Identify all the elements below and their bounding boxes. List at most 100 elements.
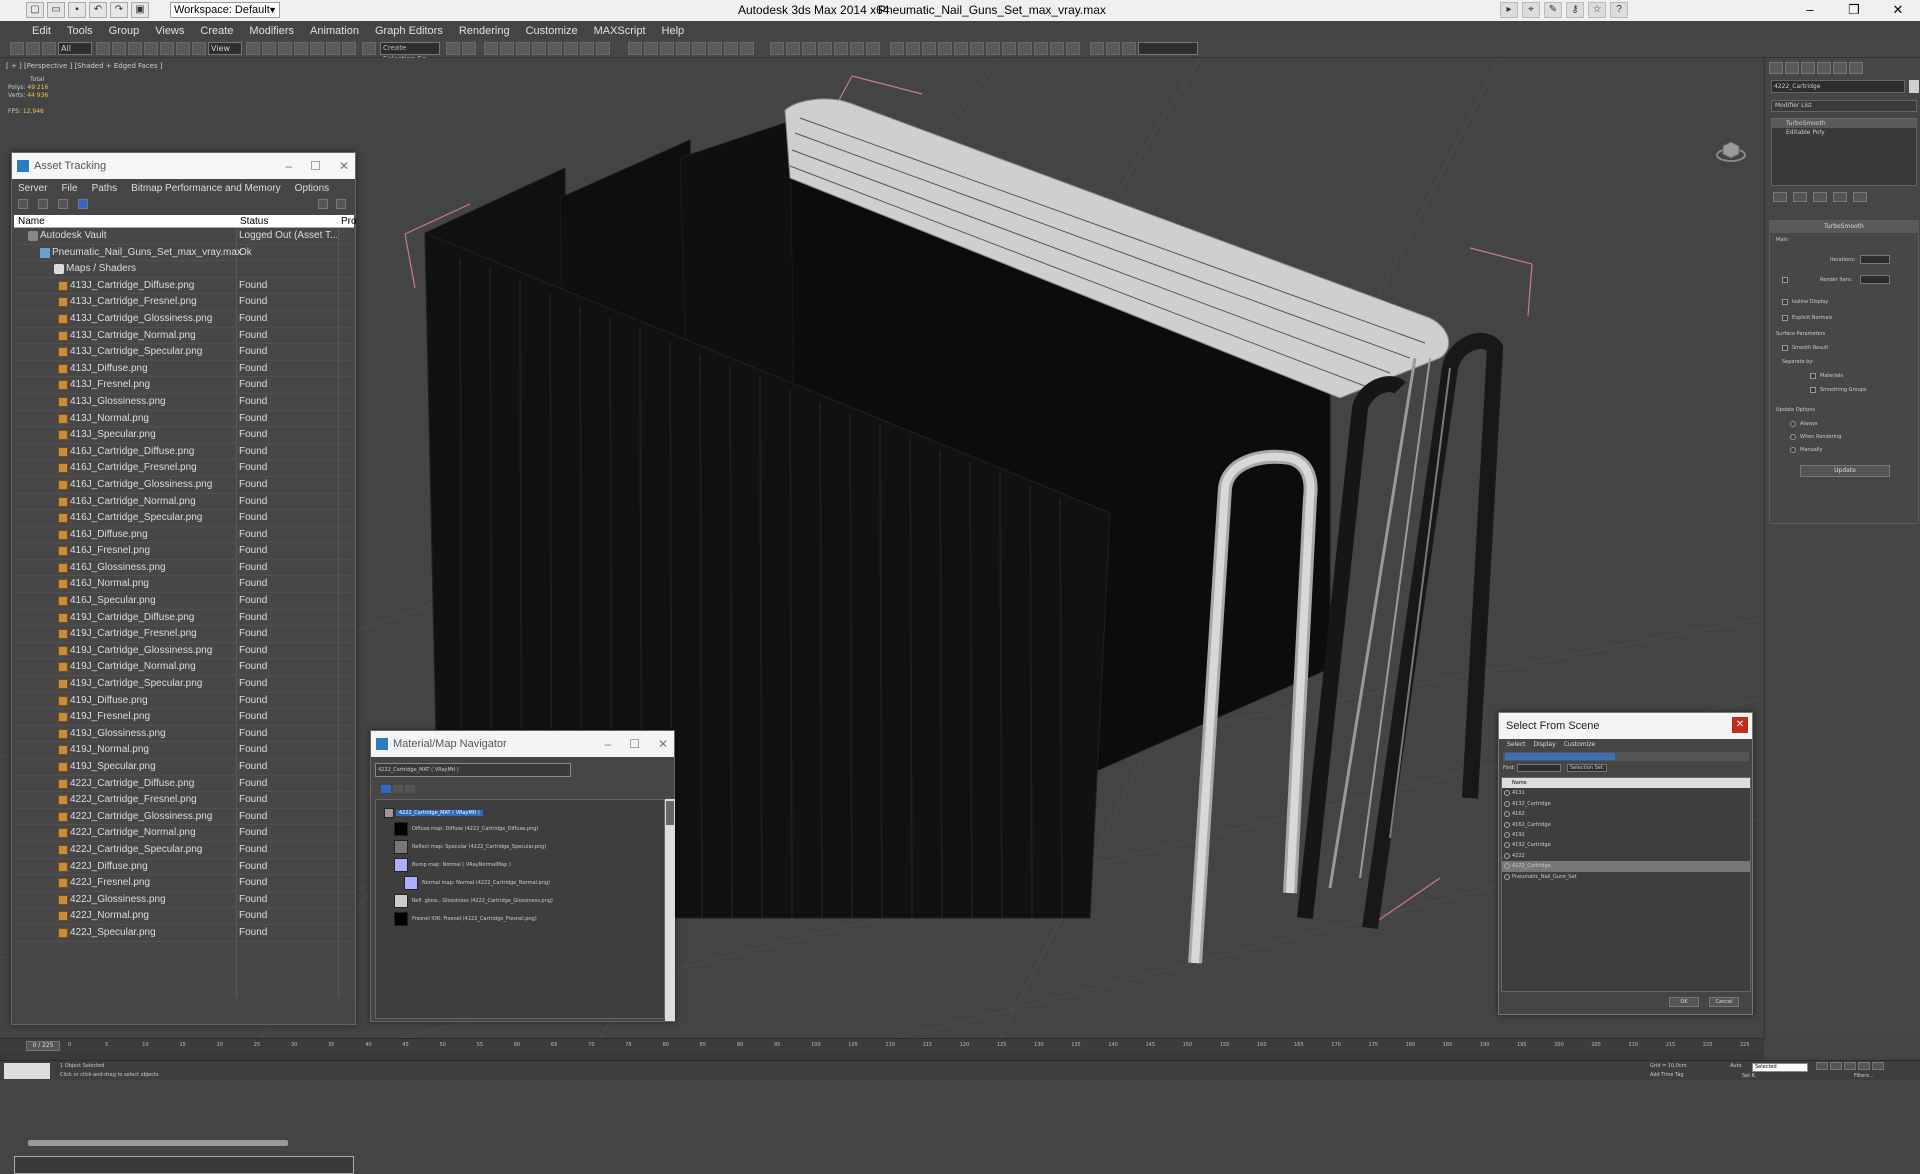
make-unique-icon[interactable] — [1813, 192, 1827, 202]
menu-views[interactable]: Views — [155, 25, 184, 37]
window-crossing-icon[interactable] — [144, 42, 158, 55]
list-item[interactable]: 422J_Cartridge_Specular.png Found — [14, 842, 354, 859]
checkout-icon[interactable] — [38, 199, 48, 209]
configure-sets-icon[interactable] — [1853, 192, 1867, 202]
minimize-icon[interactable]: – — [604, 731, 611, 757]
maximize-icon[interactable]: ☐ — [310, 153, 321, 179]
goto-start-icon[interactable] — [1816, 1062, 1828, 1070]
map-row-glossiness[interactable]: Refl. gloss.: Glossiness (4222_Cartridge… — [412, 894, 553, 908]
cameras-icon[interactable] — [1050, 42, 1064, 55]
move-icon[interactable] — [160, 42, 174, 55]
render-iters-spinner[interactable] — [1860, 275, 1890, 284]
object-name-field[interactable]: 4222_Cartridge — [1771, 80, 1905, 93]
undo-icon[interactable]: ↶ — [89, 2, 107, 18]
vray-toolbar-icon[interactable] — [628, 42, 642, 55]
named-selection-dropdown[interactable]: Create Selection Se — [380, 42, 440, 63]
menu-group[interactable]: Group — [109, 25, 140, 37]
unlink-icon[interactable] — [26, 42, 40, 55]
project-folder-icon[interactable]: ▣ — [131, 2, 149, 18]
tools-icon[interactable]: ✎ — [1544, 2, 1562, 18]
rendered-frame-icon[interactable] — [580, 42, 594, 55]
next-frame-icon[interactable] — [1858, 1062, 1870, 1070]
rotate-icon[interactable] — [176, 42, 190, 55]
map-row-fresnel[interactable]: Fresnel IOR: Fresnel (4222_Cartridge_Fre… — [412, 912, 537, 926]
list-item[interactable]: 4162_Cartridge — [1502, 820, 1750, 830]
restore-icon[interactable]: ❐ — [1832, 0, 1876, 21]
pivot-center-icon[interactable] — [246, 42, 260, 55]
material-navigator-titlebar[interactable]: Material/Map Navigator – ☐ ✕ — [371, 731, 674, 757]
selection-set-dropdown[interactable]: Selection Set: — [1567, 764, 1607, 772]
menu-animation[interactable]: Animation — [310, 25, 359, 37]
create-camera-icon[interactable] — [866, 42, 880, 55]
vray-sun-icon[interactable] — [660, 42, 674, 55]
create-cone-icon[interactable] — [834, 42, 848, 55]
menu-maxscript[interactable]: MAXScript — [594, 25, 646, 37]
menu-help[interactable]: Help — [662, 25, 685, 37]
settings-icon[interactable] — [336, 199, 346, 209]
list-item[interactable]: 413J_Specular.png Found — [14, 427, 354, 444]
list-item[interactable]: 422J_Cartridge_Fresnel.png Found — [14, 792, 354, 809]
list-item[interactable]: Pneumatic_Nail_Guns_Set_max_vray.max Ok — [14, 245, 354, 262]
bind-space-warp-icon[interactable] — [42, 42, 56, 55]
brush-icon[interactable] — [1122, 42, 1136, 55]
vray-camera-icon[interactable] — [676, 42, 690, 55]
list-item[interactable]: 4192_Cartridge — [1502, 840, 1750, 850]
viewcube-icon[interactable] — [1716, 138, 1746, 162]
motion-tab-icon[interactable] — [1817, 62, 1831, 74]
update-button[interactable]: Update — [1800, 465, 1890, 477]
list-item[interactable]: 4162 — [1502, 809, 1750, 819]
select-by-name-icon[interactable] — [112, 42, 126, 55]
minimize-icon[interactable]: – — [1788, 0, 1832, 21]
menu-tools[interactable]: Tools — [67, 25, 93, 37]
vray-light-icon[interactable] — [644, 42, 658, 55]
graphite-ribbon-icon[interactable] — [500, 42, 514, 55]
vray-plane-icon[interactable] — [724, 42, 738, 55]
align-icon[interactable] — [462, 42, 476, 55]
rollout-title[interactable]: TurboSmooth — [1770, 221, 1918, 233]
key-icon[interactable]: ⚷ — [1566, 2, 1584, 18]
help-icon[interactable]: ? — [1610, 2, 1628, 18]
list-item[interactable]: 422J_Normal.png Found — [14, 908, 354, 925]
asset-path-field[interactable] — [14, 1156, 354, 1174]
snap-toggle-icon[interactable] — [294, 42, 308, 55]
material-editor-icon[interactable] — [548, 42, 562, 55]
close-icon[interactable]: ✕ — [339, 153, 349, 179]
menu-display[interactable]: Display — [1534, 741, 1556, 748]
auto-key-label[interactable]: Auto — [1730, 1063, 1742, 1069]
when-rendering-radio[interactable] — [1790, 434, 1796, 440]
map-row-normal[interactable]: Normal map: Normal (4222_Cartridge_Norma… — [422, 876, 550, 890]
list-item[interactable]: 416J_Cartridge_Normal.png Found — [14, 494, 354, 511]
edit-named-sel-icon[interactable] — [362, 42, 376, 55]
schematic-view-icon[interactable] — [532, 42, 546, 55]
col-name[interactable]: Name — [18, 215, 45, 228]
menu-edit[interactable]: Edit — [32, 25, 51, 37]
list-item[interactable]: 419J_Normal.png Found — [14, 742, 354, 759]
workspace-dropdown[interactable]: Workspace: Default ▼ — [170, 2, 280, 18]
list-item[interactable]: 416J_Cartridge_Diffuse.png Found — [14, 444, 354, 461]
select-manipulate-icon[interactable] — [262, 42, 276, 55]
stack-item-turbosmooth[interactable]: TurboSmooth — [1772, 119, 1916, 128]
large-icons-view-icon[interactable] — [405, 785, 415, 793]
minimize-icon[interactable]: – — [285, 153, 292, 179]
scale-icon[interactable] — [192, 42, 206, 55]
menu-select[interactable]: Select — [1507, 741, 1526, 748]
close-icon[interactable]: ✕ — [1876, 0, 1920, 21]
type-filter-icons[interactable] — [1505, 753, 1615, 760]
list-item[interactable]: 419J_Fresnel.png Found — [14, 709, 354, 726]
list-item[interactable]: 422J_Glossiness.png Found — [14, 892, 354, 909]
object-color-swatch[interactable] — [1909, 80, 1919, 93]
scrollbar-thumb[interactable] — [28, 1140, 288, 1146]
list-item[interactable]: 413J_Glossiness.png Found — [14, 394, 354, 411]
col-status[interactable]: Status — [240, 215, 268, 228]
list-item[interactable]: 419J_Cartridge_Normal.png Found — [14, 659, 354, 677]
modify-tab-icon[interactable] — [1785, 62, 1799, 74]
list-item[interactable]: 419J_Cartridge_Specular.png Found — [14, 676, 354, 693]
vertical-scrollbar[interactable] — [665, 799, 675, 1021]
select-object-icon[interactable] — [96, 42, 110, 55]
shape-icon[interactable] — [954, 42, 968, 55]
list-item[interactable]: 422J_Cartridge_Glossiness.png Found — [14, 809, 354, 826]
list-item[interactable]: 416J_Normal.png Found — [14, 576, 354, 594]
col-proxy[interactable]: Pro — [341, 215, 357, 228]
find-input[interactable] — [1517, 764, 1561, 772]
systems-icon[interactable] — [938, 42, 952, 55]
